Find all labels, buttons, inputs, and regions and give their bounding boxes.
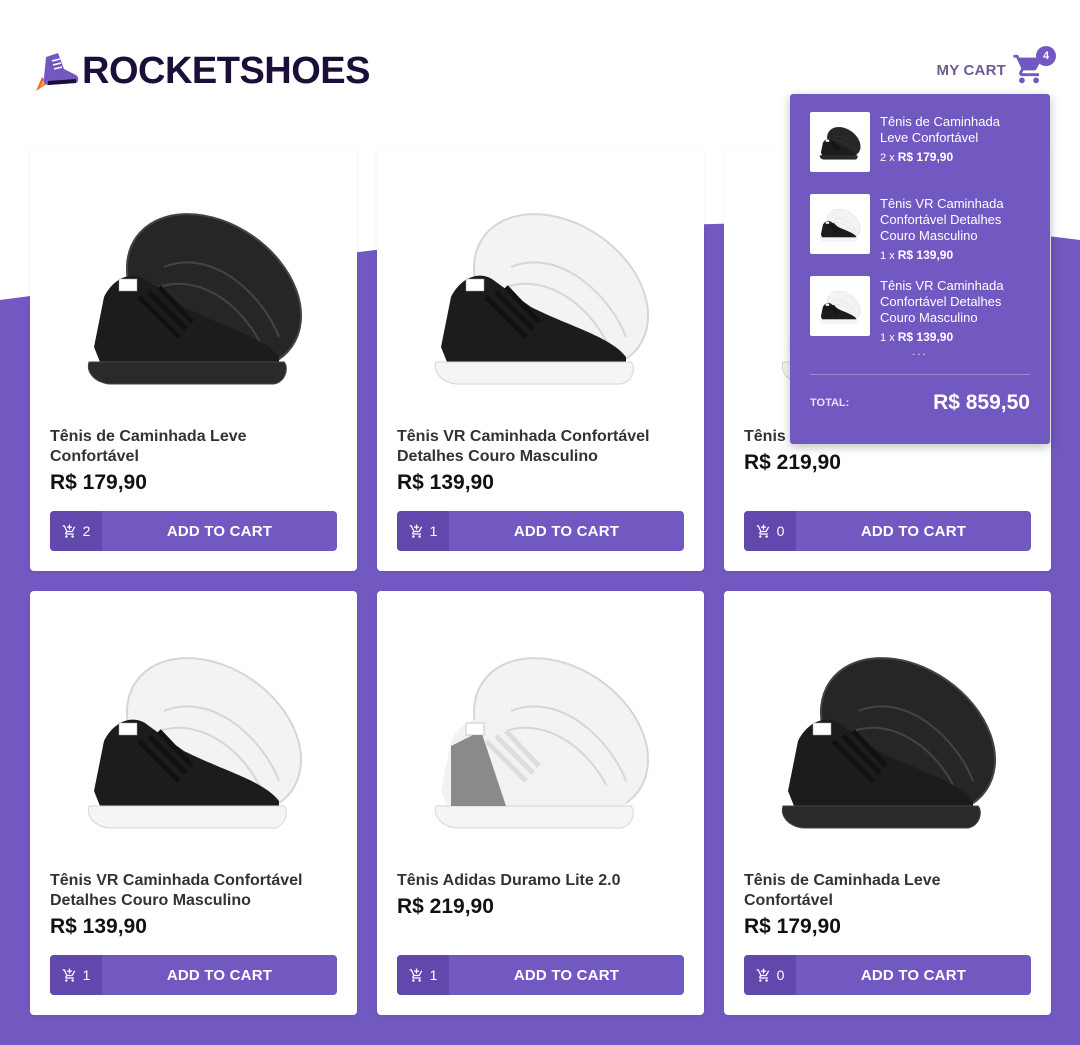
quantity-value: 1 bbox=[82, 967, 91, 983]
rocket-shoe-logo-icon bbox=[36, 52, 79, 91]
add-to-cart-label: ADD TO CART bbox=[860, 966, 967, 984]
product-image[interactable] bbox=[50, 611, 337, 861]
cart-item-name: Tênis de Caminhada Leve Confortável bbox=[880, 114, 1000, 145]
product-image[interactable] bbox=[397, 167, 684, 417]
cart-item-amount: 1 x R$ 139,90 bbox=[880, 248, 1030, 262]
product-name: Tênis VR Caminhada Confortável Detalhes … bbox=[397, 428, 650, 465]
add-to-cart-label: ADD TO CART bbox=[166, 522, 273, 540]
add-to-cart-button[interactable]: 0 ADD TO CART bbox=[744, 511, 1031, 551]
product-price: R$ 219,90 bbox=[744, 451, 841, 474]
total-label: TOTAL: bbox=[810, 397, 850, 409]
cart-item-name: Tênis VR Caminhada Confortável Detalhes … bbox=[880, 278, 1004, 325]
cart-item-qty: 1 x bbox=[880, 332, 895, 344]
cart-quantity: 1 bbox=[397, 955, 449, 995]
cart-item-thumbnail bbox=[810, 194, 870, 254]
add-shopping-cart-icon bbox=[409, 968, 422, 982]
add-shopping-cart-icon bbox=[756, 968, 769, 982]
add-to-cart-label: ADD TO CART bbox=[513, 522, 620, 540]
add-shopping-cart-icon bbox=[62, 524, 75, 538]
product-image[interactable] bbox=[397, 611, 684, 861]
cart-quantity: 0 bbox=[744, 511, 796, 551]
add-shopping-cart-icon bbox=[409, 524, 422, 538]
product-image[interactable] bbox=[744, 611, 1031, 861]
product-card: Tênis de Caminhada Leve Confortável R$ 1… bbox=[724, 591, 1051, 1015]
cart-quantity: 2 bbox=[50, 511, 102, 551]
quantity-value: 0 bbox=[776, 967, 785, 983]
quantity-value: 1 bbox=[429, 523, 438, 539]
cart-item[interactable]: Tênis de Caminhada Leve Confortável 2 x … bbox=[810, 112, 1030, 172]
quantity-value: 0 bbox=[776, 523, 785, 539]
quantity-value: 2 bbox=[82, 523, 91, 539]
cart-total-row: TOTAL: R$ 859,50 bbox=[810, 391, 1030, 415]
add-to-cart-button[interactable]: 1 ADD TO CART bbox=[50, 955, 337, 995]
product-name: Tênis de Caminhada Leve Confortável bbox=[50, 428, 247, 465]
product-card: Tênis VR Caminhada Confortável Detalhes … bbox=[377, 147, 704, 571]
add-shopping-cart-icon bbox=[62, 968, 75, 982]
add-to-cart-label: ADD TO CART bbox=[166, 966, 273, 984]
product-image[interactable] bbox=[50, 167, 337, 417]
cart-label: MY CART bbox=[936, 61, 1006, 79]
cart-item-price: R$ 179,90 bbox=[897, 150, 954, 164]
cart-item-name: Tênis VR Caminhada Confortável Detalhes … bbox=[880, 196, 1004, 243]
product-card: Tênis Adidas Duramo Lite 2.0 R$ 219,90 1… bbox=[377, 591, 704, 1015]
logo-text: ROCKETSHOES bbox=[82, 50, 370, 92]
product-price: R$ 219,90 bbox=[397, 895, 494, 918]
cart-item[interactable]: Tênis VR Caminhada Confortável Detalhes … bbox=[810, 194, 1030, 262]
cart-item-thumbnail bbox=[810, 112, 870, 172]
add-to-cart-label: ADD TO CART bbox=[860, 522, 967, 540]
product-price: R$ 139,90 bbox=[397, 471, 494, 494]
total-value: R$ 859,50 bbox=[933, 391, 1030, 414]
cart-item-amount: 1 x R$ 139,90 bbox=[880, 330, 1030, 344]
product-name: Tênis Adidas Duramo Lite 2.0 bbox=[397, 872, 621, 889]
more-items-indicator[interactable]: ... bbox=[810, 344, 1030, 358]
product-name: Tênis VR Caminhada Confortável Detalhes … bbox=[50, 872, 303, 909]
product-name: Tênis de Caminhada Leve Confortável bbox=[744, 872, 941, 909]
add-to-cart-button[interactable]: 1 ADD TO CART bbox=[397, 511, 684, 551]
product-card: Tênis VR Caminhada Confortável Detalhes … bbox=[30, 591, 357, 1015]
cart-item-price: R$ 139,90 bbox=[897, 330, 954, 344]
cart-quantity: 1 bbox=[50, 955, 102, 995]
product-price: R$ 139,90 bbox=[50, 915, 147, 938]
add-to-cart-button[interactable]: 1 ADD TO CART bbox=[397, 955, 684, 995]
cart-item[interactable]: Tênis VR Caminhada Confortável Detalhes … bbox=[810, 276, 1030, 344]
my-cart-link[interactable]: MY CART 4 bbox=[936, 46, 1056, 88]
logo[interactable]: ROCKETSHOES bbox=[34, 50, 370, 93]
cart-item-amount: 2 x R$ 179,90 bbox=[880, 150, 1030, 164]
cart-item-price: R$ 139,90 bbox=[897, 248, 954, 262]
product-card: Tênis de Caminhada Leve Confortável R$ 1… bbox=[30, 147, 357, 571]
cart-quantity: 0 bbox=[744, 955, 796, 995]
cart-item-qty: 2 x bbox=[880, 152, 895, 164]
product-price: R$ 179,90 bbox=[744, 915, 841, 938]
cart-count-badge: 4 bbox=[1036, 46, 1056, 66]
add-shopping-cart-icon bbox=[756, 524, 769, 538]
add-to-cart-button[interactable]: 2 ADD TO CART bbox=[50, 511, 337, 551]
add-to-cart-label: ADD TO CART bbox=[513, 966, 620, 984]
quantity-value: 1 bbox=[429, 967, 438, 983]
divider bbox=[810, 374, 1030, 375]
cart-dropdown: Tênis de Caminhada Leve Confortável 2 x … bbox=[790, 94, 1050, 444]
add-to-cart-button[interactable]: 0 ADD TO CART bbox=[744, 955, 1031, 995]
product-price: R$ 179,90 bbox=[50, 471, 147, 494]
cart-quantity: 1 bbox=[397, 511, 449, 551]
cart-item-qty: 1 x bbox=[880, 250, 895, 262]
cart-item-thumbnail bbox=[810, 276, 870, 336]
